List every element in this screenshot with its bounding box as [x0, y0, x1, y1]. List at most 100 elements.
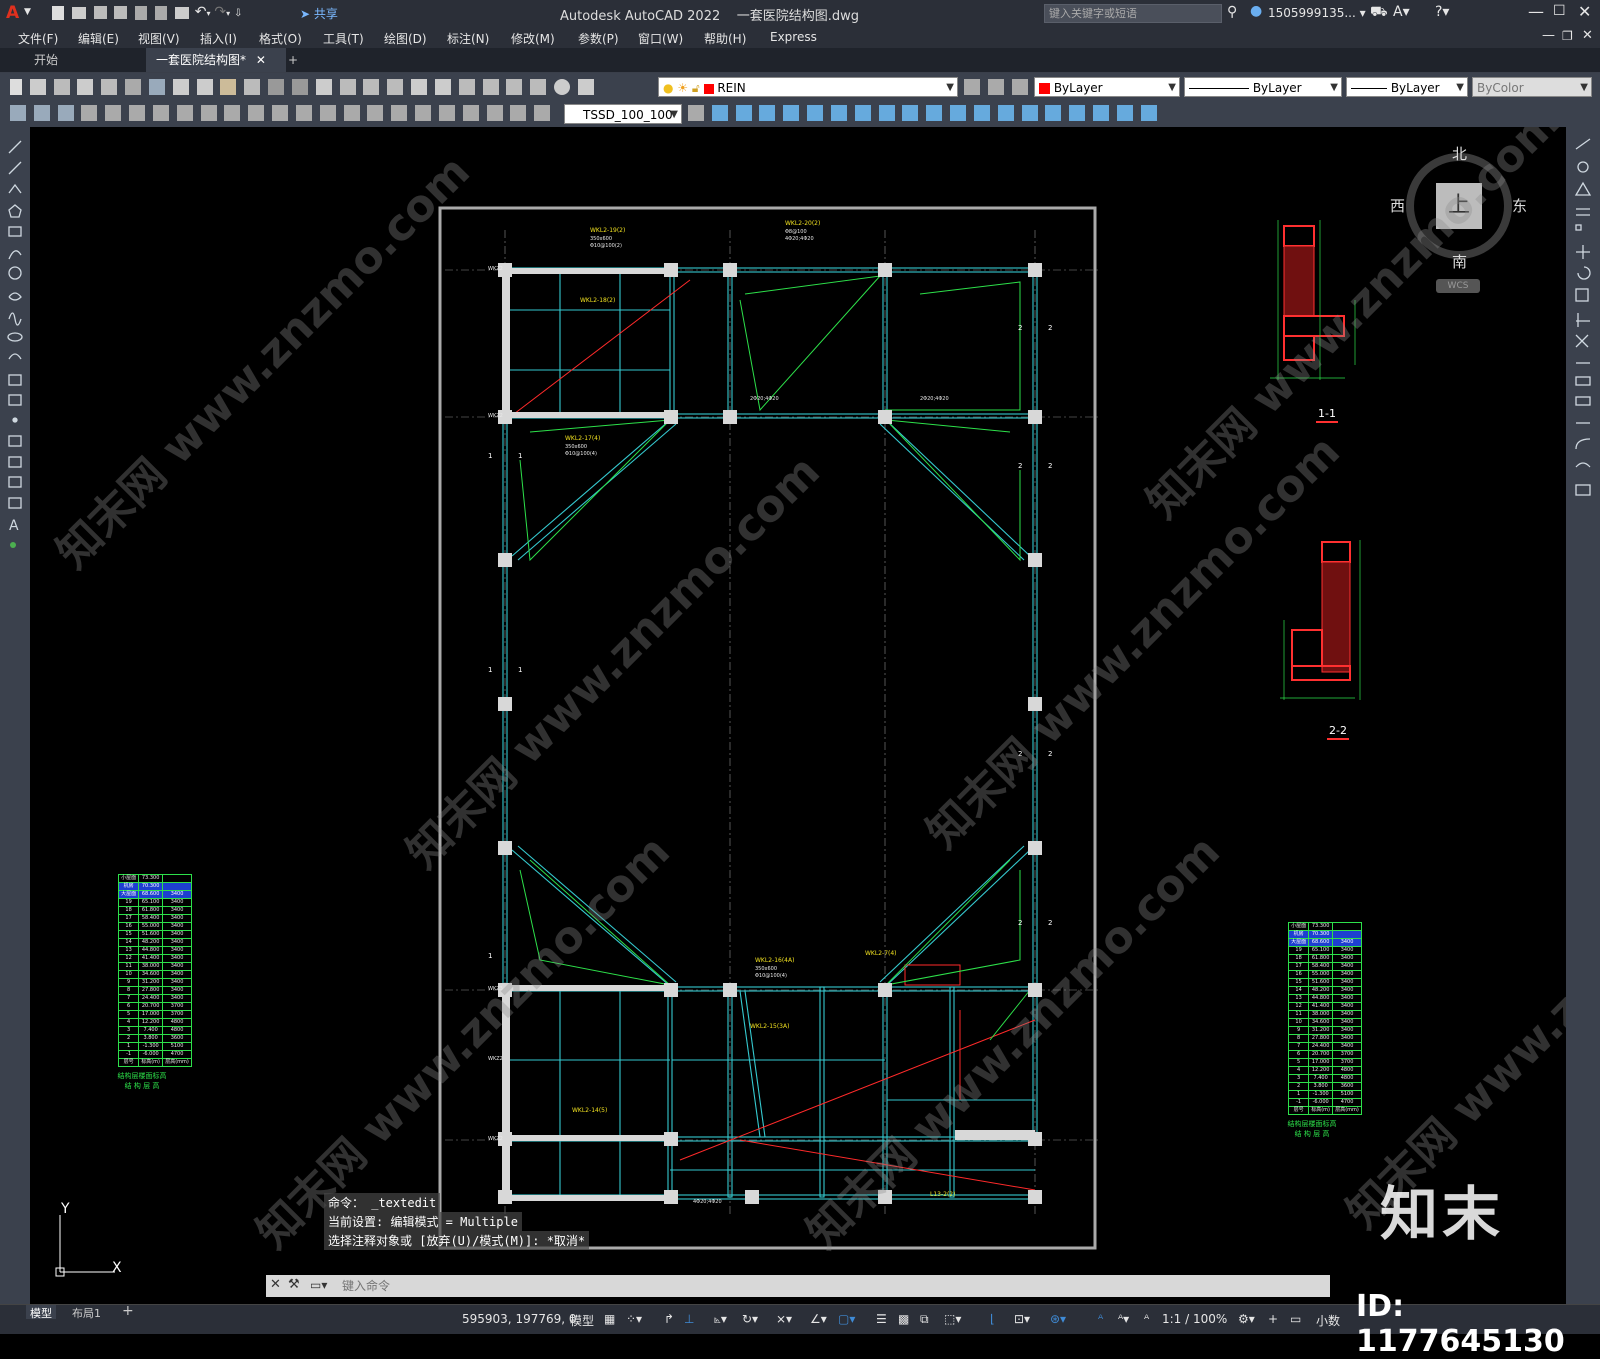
array-tool-icon[interactable] — [1575, 224, 1582, 231]
menu-format[interactable]: 格式(O) — [259, 30, 302, 47]
tab-drawing[interactable]: 一套医院结构图* ✕ — [146, 48, 286, 72]
object-snap-icon[interactable]: ∠▾ — [810, 1312, 827, 1326]
baseline-dim-icon[interactable] — [295, 105, 312, 121]
3d-box-icon-17[interactable] — [1093, 105, 1110, 121]
coordinates-readout[interactable]: 595903, 197769, 0 — [462, 1312, 577, 1326]
selection-cycling-icon[interactable]: ⧉ — [920, 1312, 929, 1327]
3d-box-icon-16[interactable] — [1069, 105, 1086, 121]
save-as-icon[interactable] — [114, 6, 128, 19]
arc-tool-icon[interactable] — [8, 250, 22, 260]
close-command-icon[interactable]: ✕ — [270, 1277, 281, 1292]
customize-command-icon[interactable]: ⚒ — [288, 1277, 300, 1292]
doc-close-button[interactable]: ✕ — [1582, 28, 1593, 43]
selection-filter-icon[interactable]: ⊡▾ — [1014, 1312, 1030, 1326]
table-tool-icon[interactable] — [8, 497, 22, 509]
menu-parametric[interactable]: 参数(P) — [578, 30, 619, 47]
polygon-tool-icon[interactable] — [8, 204, 22, 218]
undo-icon[interactable] — [268, 79, 285, 95]
plot-icon[interactable] — [174, 6, 189, 19]
line-tool-icon[interactable] — [8, 140, 22, 154]
tab-start[interactable]: 开始 — [24, 48, 68, 72]
redo-icon[interactable]: ↷ — [214, 4, 226, 20]
wcs-menu[interactable]: WCS — [1436, 279, 1480, 293]
help-icon[interactable]: ?▾ — [1435, 4, 1449, 20]
redo-icon[interactable] — [291, 79, 308, 95]
open-folder-icon[interactable] — [71, 6, 86, 19]
2d-osnap-icon[interactable]: ▢▾ — [838, 1312, 855, 1326]
3d-box-icon-15[interactable] — [1045, 105, 1062, 121]
minimize-button[interactable]: — — [1528, 2, 1544, 21]
annotation-monitor-icon[interactable]: + — [1268, 1312, 1278, 1326]
dim-text-edit-icon[interactable] — [510, 105, 527, 121]
object-snap-tracking-icon[interactable]: ⨯▾ — [776, 1312, 792, 1326]
continue-dim-icon[interactable] — [319, 105, 336, 121]
quick-dim-icon[interactable] — [272, 105, 289, 121]
dimstyle-dropdown[interactable]: TSSD_100_100 ▼ — [564, 104, 682, 124]
3d-box-icon-1[interactable] — [711, 105, 728, 121]
3d-box-icon-9[interactable] — [902, 105, 919, 121]
3d-osnap-icon[interactable]: ⬚▾ — [944, 1312, 961, 1326]
tssd-icon-2[interactable] — [33, 105, 50, 121]
aligned-dim-icon[interactable] — [105, 105, 122, 121]
cart-icon[interactable]: ⛟ — [1370, 4, 1388, 22]
explode-tool-icon[interactable] — [1575, 484, 1591, 496]
drawing-canvas[interactable]: WKL2-19(2) WKL2-20(2) WKL2-18(2) WKL2-17… — [30, 127, 1566, 1304]
offset-tool-icon[interactable] — [1576, 208, 1590, 216]
mtext-tool-icon[interactable]: A — [9, 518, 19, 534]
menu-edit[interactable]: 编辑(E) — [78, 30, 119, 47]
trim-tool-icon[interactable] — [1575, 334, 1589, 348]
new-file-icon[interactable] — [52, 5, 64, 20]
menu-draw[interactable]: 绘图(D) — [384, 30, 427, 47]
annotation-visibility-icon[interactable]: ᴬ — [1098, 1312, 1103, 1326]
layout-tab-1[interactable]: 布局1 — [72, 1305, 101, 1321]
fillet-tool-icon[interactable] — [1575, 438, 1591, 450]
polyline-tool-icon[interactable] — [8, 183, 22, 194]
calculator-icon[interactable] — [530, 79, 547, 95]
tssd-icon-1[interactable] — [10, 105, 26, 121]
color-dropdown[interactable]: ByLayer ▼ — [1034, 77, 1180, 97]
dim-update-icon[interactable] — [534, 105, 551, 121]
sheet-set-icon[interactable] — [482, 79, 499, 95]
radius-dim-icon[interactable] — [176, 105, 193, 121]
menu-dimension[interactable]: 标注(N) — [447, 30, 489, 47]
inspection-icon[interactable] — [438, 105, 455, 121]
3d-box-icon-11[interactable] — [950, 105, 967, 121]
gizmo-icon[interactable]: ⊛▾ — [1050, 1312, 1066, 1326]
scale-tool-icon[interactable] — [1575, 288, 1589, 302]
make-current-layer-icon[interactable] — [964, 79, 980, 95]
user-icon[interactable]: ● — [1250, 3, 1262, 19]
new-tab-button[interactable]: + — [278, 48, 308, 72]
join-tool-icon[interactable] — [1575, 396, 1591, 406]
copy-tool-icon[interactable] — [1577, 161, 1589, 173]
layer-dropdown[interactable]: ● ☀ 🔓︎ REIN ▼ — [658, 77, 958, 97]
menu-insert[interactable]: 插入(I) — [200, 30, 237, 47]
menu-window[interactable]: 窗口(W) — [638, 30, 683, 47]
3d-box-icon-4[interactable] — [783, 105, 800, 121]
save-icon[interactable] — [93, 6, 107, 19]
save-icon[interactable] — [53, 79, 70, 95]
markup-icon[interactable] — [506, 79, 523, 95]
design-center-icon[interactable] — [434, 79, 451, 95]
ellipse-arc-icon[interactable] — [8, 353, 22, 360]
3d-box-icon-19[interactable] — [1140, 105, 1157, 121]
maximize-button[interactable]: ☐ — [1553, 3, 1566, 19]
ortho-icon[interactable]: ⊥ — [684, 1312, 694, 1326]
point-tool-icon[interactable] — [12, 417, 18, 423]
blend-tool-icon[interactable] — [1575, 462, 1591, 468]
polar-icon[interactable]: ⦝▾ — [714, 1312, 727, 1327]
rectangle-tool-icon[interactable] — [8, 226, 22, 237]
annotation-scale-icon[interactable]: ᴬ — [1144, 1312, 1149, 1326]
zoom-previous-icon[interactable] — [387, 79, 404, 95]
3d-box-icon-10[interactable] — [926, 105, 943, 121]
make-block-icon[interactable] — [8, 394, 22, 406]
tssd-icon-3[interactable] — [57, 105, 74, 121]
command-input[interactable] — [340, 1277, 1304, 1295]
doc-minimize-button[interactable]: — — [1542, 28, 1555, 43]
3d-box-icon-8[interactable] — [878, 105, 895, 121]
spline-icon[interactable] — [8, 312, 22, 326]
cut-icon[interactable] — [172, 79, 189, 95]
dim-edit-icon[interactable] — [486, 105, 503, 121]
3d-box-icon-6[interactable] — [830, 105, 847, 121]
3d-box-icon-3[interactable] — [759, 105, 776, 121]
dim-space-icon[interactable] — [343, 105, 360, 121]
